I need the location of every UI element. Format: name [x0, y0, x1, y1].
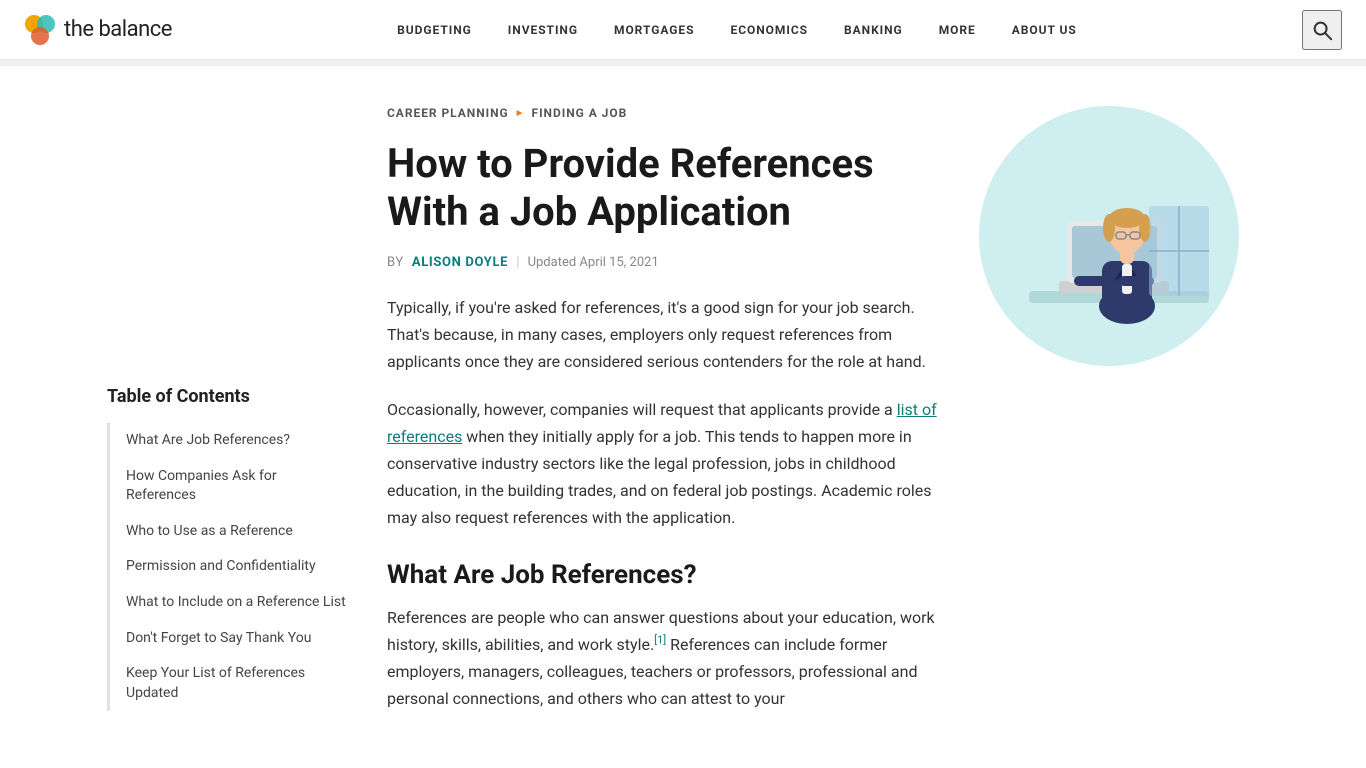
breadcrumb-current: FINDING A JOB — [532, 106, 628, 120]
site-header: the balance BUDGETING INVESTING MORTGAGE… — [0, 0, 1366, 60]
article-body: Typically, if you're asked for reference… — [387, 294, 939, 712]
toc-link-2[interactable]: How Companies Ask for References — [126, 467, 347, 506]
content-area: Table of Contents What Are Job Reference… — [83, 66, 1283, 752]
byline-author[interactable]: ALISON DOYLE — [412, 255, 508, 270]
search-icon — [1311, 19, 1333, 41]
article-image-area — [979, 106, 1259, 732]
byline-prefix: BY — [387, 255, 404, 270]
main-nav: BUDGETING INVESTING MORTGAGES ECONOMICS … — [379, 0, 1095, 60]
toc-link-7[interactable]: Keep Your List of References Updated — [126, 664, 347, 703]
breadcrumb-arrow: ► — [515, 108, 526, 119]
breadcrumb: CAREER PLANNING ► FINDING A JOB — [387, 106, 939, 120]
nav-economics[interactable]: ECONOMICS — [712, 0, 826, 60]
list-item: Permission and Confidentiality — [107, 549, 347, 585]
article-title: How to Provide References With a Job App… — [387, 140, 939, 236]
byline-separator: | — [516, 254, 519, 270]
byline-date: Updated April 15, 2021 — [528, 255, 659, 270]
list-item: Keep Your List of References Updated — [107, 656, 347, 711]
toc-title: Table of Contents — [107, 386, 347, 407]
nav-about-us[interactable]: ABOUT US — [994, 0, 1095, 60]
logo-text: the balance — [64, 17, 172, 42]
footnote-1: [1] — [654, 633, 666, 646]
list-item: What to Include on a Reference List — [107, 585, 347, 621]
toc-link-5[interactable]: What to Include on a Reference List — [126, 593, 347, 613]
nav-budgeting[interactable]: BUDGETING — [379, 0, 490, 60]
nav-mortgages[interactable]: MORTGAGES — [596, 0, 713, 60]
toc-link-3[interactable]: Who to Use as a Reference — [126, 522, 347, 542]
breadcrumb-parent[interactable]: CAREER PLANNING — [387, 106, 509, 120]
date-prefix: Updated — [528, 255, 577, 270]
intro-paragraph-1: Typically, if you're asked for reference… — [387, 294, 939, 376]
nav-more[interactable]: MORE — [921, 0, 994, 60]
section1-paragraph-1: References are people who can answer que… — [387, 604, 939, 713]
intro-p2-start: Occasionally, however, companies will re… — [387, 400, 897, 419]
logo-icon — [24, 14, 56, 46]
toc-list: What Are Job References? How Companies A… — [107, 423, 347, 711]
list-item: Don't Forget to Say Thank You — [107, 621, 347, 657]
intro-paragraph-2: Occasionally, however, companies will re… — [387, 396, 939, 532]
article-image — [979, 106, 1239, 366]
toc-link-6[interactable]: Don't Forget to Say Thank You — [126, 629, 347, 649]
nav-banking[interactable]: BANKING — [826, 0, 921, 60]
section1-heading: What Are Job References? — [387, 560, 939, 590]
date-value: April 15, 2021 — [579, 255, 658, 270]
toc-link-1[interactable]: What Are Job References? — [126, 431, 347, 451]
search-button[interactable] — [1302, 10, 1342, 50]
site-logo[interactable]: the balance — [24, 14, 172, 46]
list-item: What Are Job References? — [107, 423, 347, 459]
article-illustration — [979, 106, 1239, 366]
intro-p2-end: when they initially apply for a job. Thi… — [387, 427, 932, 528]
article-byline: BY ALISON DOYLE | Updated April 15, 2021 — [387, 254, 939, 270]
toc-link-4[interactable]: Permission and Confidentiality — [126, 557, 347, 577]
main-article: CAREER PLANNING ► FINDING A JOB How to P… — [387, 106, 939, 732]
list-item: How Companies Ask for References — [107, 459, 347, 514]
nav-investing[interactable]: INVESTING — [490, 0, 596, 60]
table-of-contents: Table of Contents What Are Job Reference… — [107, 386, 347, 732]
list-item: Who to Use as a Reference — [107, 514, 347, 550]
